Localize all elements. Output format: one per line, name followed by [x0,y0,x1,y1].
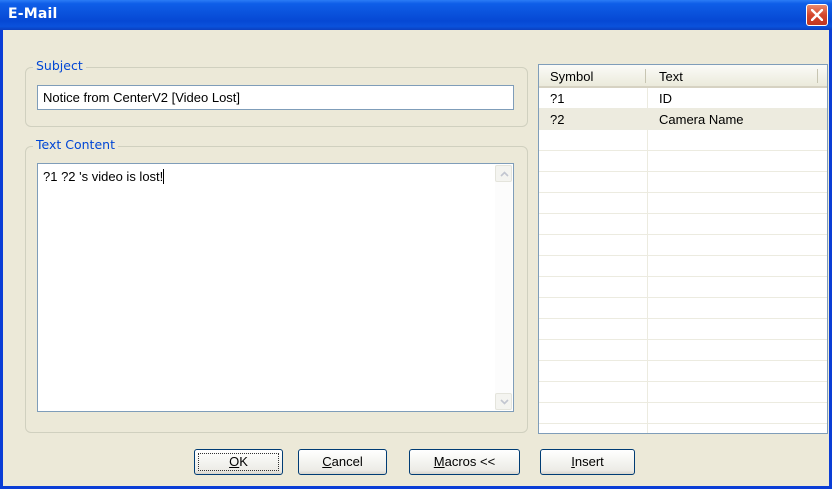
table-header: Symbol Text [539,65,827,88]
scroll-down-arrow-icon [500,399,509,405]
column-header-text[interactable]: Text [659,69,683,84]
empty-row [539,151,827,172]
insert-button-label: nsert [574,454,604,469]
empty-row [539,319,827,340]
empty-row [539,214,827,235]
subject-input[interactable]: Notice from CenterV2 [Video Lost] [37,85,514,110]
cell-text: ID [659,91,672,106]
title-bar[interactable]: E-Mail [0,0,832,30]
close-icon [811,9,823,21]
table-row[interactable]: ?1 ID [539,88,827,109]
empty-row [539,298,827,319]
scroll-down-button[interactable] [495,393,512,410]
ok-button[interactable]: OK [194,449,283,475]
cell-symbol: ?2 [550,112,565,127]
cell-symbol: ?1 [550,91,565,106]
cancel-button[interactable]: Cancel [298,449,387,475]
text-content-textarea[interactable]: ?1 ?2 's video is lost! [37,163,514,412]
empty-row [539,130,827,151]
column-separator[interactable] [645,69,646,83]
macros-button[interactable]: Macros << [409,449,520,475]
scroll-up-arrow-icon [500,171,509,177]
subject-legend: Subject [33,58,86,73]
close-button[interactable] [806,4,828,26]
cell-text: Camera Name [659,112,744,127]
empty-row [539,172,827,193]
empty-row [539,403,827,424]
scroll-up-button[interactable] [495,165,512,182]
vertical-scrollbar[interactable] [495,165,512,410]
empty-row [539,382,827,403]
empty-row [539,235,827,256]
macros-button-mnemonic: M [433,454,445,469]
cancel-button-mnemonic: C [322,454,332,469]
email-dialog: E-Mail Subject Notice from CenterV2 [Vid… [0,0,832,489]
macro-table[interactable]: Symbol Text ?1 ID ?2 Camera Name [538,64,828,434]
column-header-symbol[interactable]: Symbol [550,69,593,84]
macros-button-label: acros << [444,454,496,469]
focus-rectangle [198,453,279,471]
dialog-title: E-Mail [8,6,58,22]
cancel-button-label: ancel [331,454,363,469]
empty-row [539,193,827,214]
column-separator[interactable] [817,69,818,83]
empty-row [539,340,827,361]
text-content-legend: Text Content [33,137,118,152]
insert-button[interactable]: Insert [540,449,635,475]
text-content-value: ?1 ?2 's video is lost! [43,169,165,184]
empty-row [539,361,827,382]
table-row[interactable]: ?2 Camera Name [539,109,827,130]
empty-row [539,256,827,277]
text-caret [163,169,165,184]
empty-row [539,277,827,298]
